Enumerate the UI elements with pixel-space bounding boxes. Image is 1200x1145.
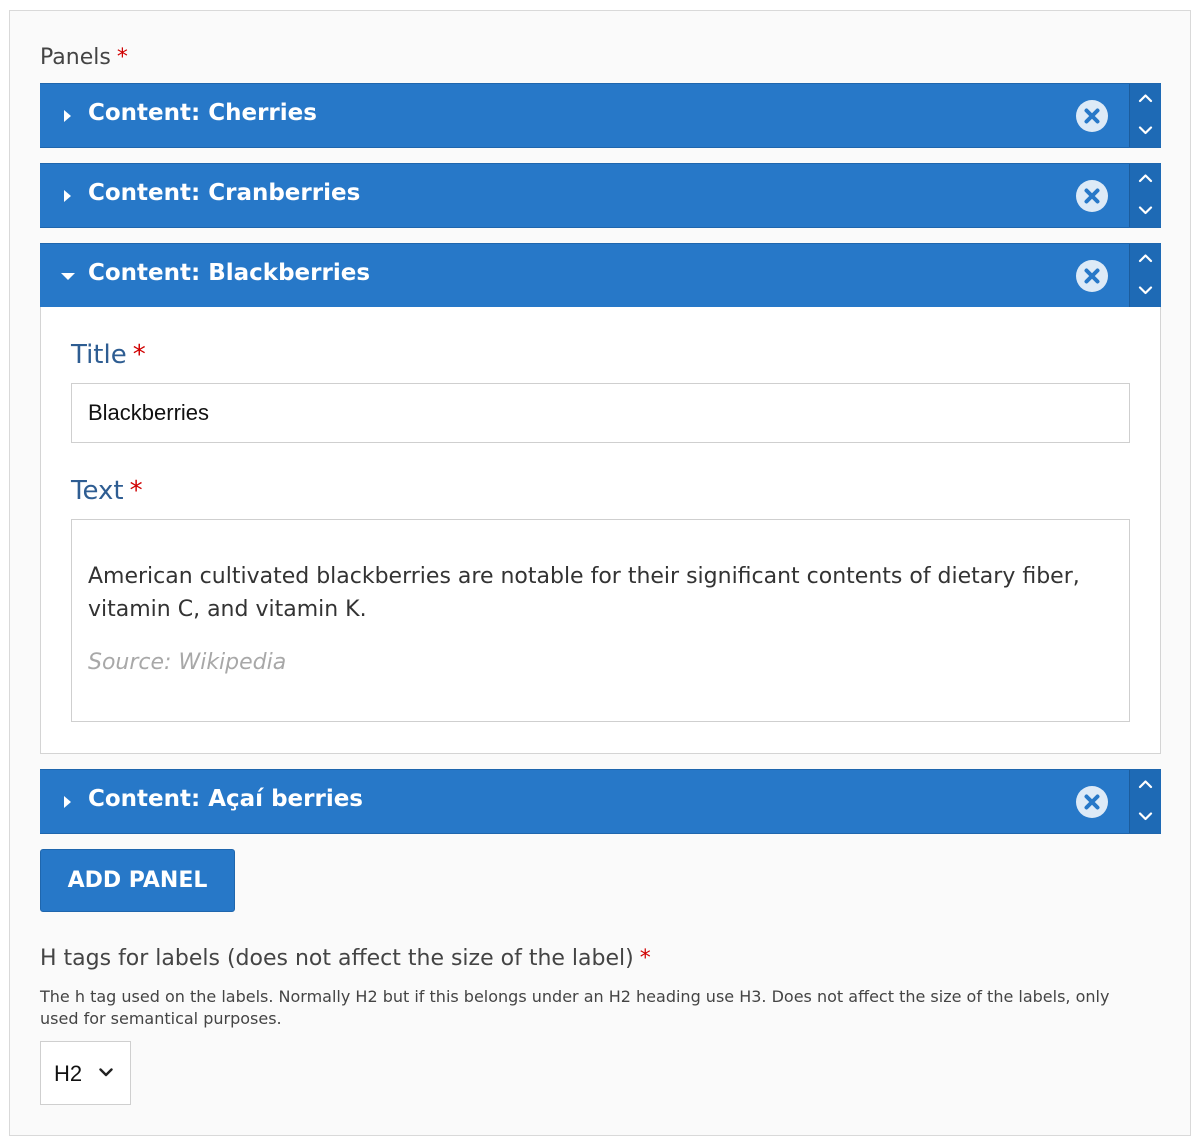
panel-toggle-blackberries[interactable]: Content: Blackberries: [40, 244, 1070, 307]
add-panel-button[interactable]: ADD PANEL: [40, 849, 235, 912]
title-label-text: Title: [71, 340, 127, 370]
htag-field-label: H tags for labels (does not affect the s…: [40, 945, 651, 973]
chevron-up-icon[interactable]: [1130, 84, 1161, 115]
title-field-label: Title *: [71, 340, 146, 370]
text-field-label: Text *: [71, 476, 143, 506]
text-editor-body: American cultivated blackberries are not…: [88, 564, 1080, 622]
chevron-up-icon[interactable]: [1130, 770, 1161, 801]
reorder-controls: [1129, 244, 1161, 307]
remove-circle-icon[interactable]: [1076, 100, 1108, 132]
panel-header-cranberries: Content: Cranberries: [40, 163, 1161, 228]
panels-label-text: Panels: [40, 45, 111, 70]
chevron-up-icon[interactable]: [1130, 244, 1161, 275]
panel-title: Content: Cherries: [88, 100, 317, 126]
chevron-down-icon[interactable]: [1130, 196, 1161, 227]
panel-header-cherries: Content: Cherries: [40, 83, 1161, 148]
chevron-down-icon[interactable]: [1130, 276, 1161, 307]
text-editor-source: Source: Wikipedia: [88, 650, 287, 675]
htag-description: The h tag used on the labels. Normally H…: [40, 987, 1110, 1028]
htag-select-value: H2: [54, 1061, 83, 1086]
chevron-up-icon[interactable]: [1130, 164, 1161, 195]
panel-toggle-acai-berries[interactable]: Content: Açaí berries: [40, 770, 1070, 833]
text-editor[interactable]: American cultivated blackberries are not…: [71, 519, 1130, 722]
caret-right-icon: [64, 190, 71, 202]
panel-title: Content: Açaí berries: [88, 786, 363, 812]
caret-down-icon: [61, 273, 75, 280]
panel-body-blackberries: Title * Blackberries Text * American culti…: [40, 307, 1161, 754]
chevron-down-icon[interactable]: [1130, 116, 1161, 147]
remove-circle-icon[interactable]: [1076, 180, 1108, 212]
required-marker: *: [132, 340, 146, 370]
remove-circle-icon[interactable]: [1076, 786, 1108, 818]
title-input-value: Blackberries: [88, 400, 210, 425]
panel-title: Content: Blackberries: [88, 260, 371, 286]
remove-circle-icon[interactable]: [1076, 260, 1108, 292]
panel-toggle-cherries[interactable]: Content: Cherries: [40, 84, 1070, 147]
chevron-down-icon[interactable]: [1130, 802, 1161, 833]
required-marker: *: [116, 45, 128, 70]
htag-label-text: H tags for labels (does not affect the s…: [40, 946, 634, 971]
caret-right-icon: [64, 110, 71, 122]
reorder-controls: [1129, 84, 1161, 147]
reorder-controls: [1129, 770, 1161, 833]
title-input[interactable]: Blackberries: [71, 383, 1130, 443]
panel-title: Content: Cranberries: [88, 180, 361, 206]
chevron-down-icon: [99, 1068, 113, 1077]
panels-label: Panels *: [40, 44, 128, 72]
panel-toggle-cranberries[interactable]: Content: Cranberries: [40, 164, 1070, 227]
text-label-text: Text: [71, 476, 124, 506]
panel-header-blackberries: Content: Blackberries: [40, 243, 1161, 308]
required-marker: *: [639, 946, 651, 971]
reorder-controls: [1129, 164, 1161, 227]
required-marker: *: [129, 476, 143, 506]
htag-select[interactable]: H2: [40, 1041, 131, 1105]
panel-header-acai-berries: Content: Açaí berries: [40, 769, 1161, 834]
caret-right-icon: [64, 796, 71, 808]
